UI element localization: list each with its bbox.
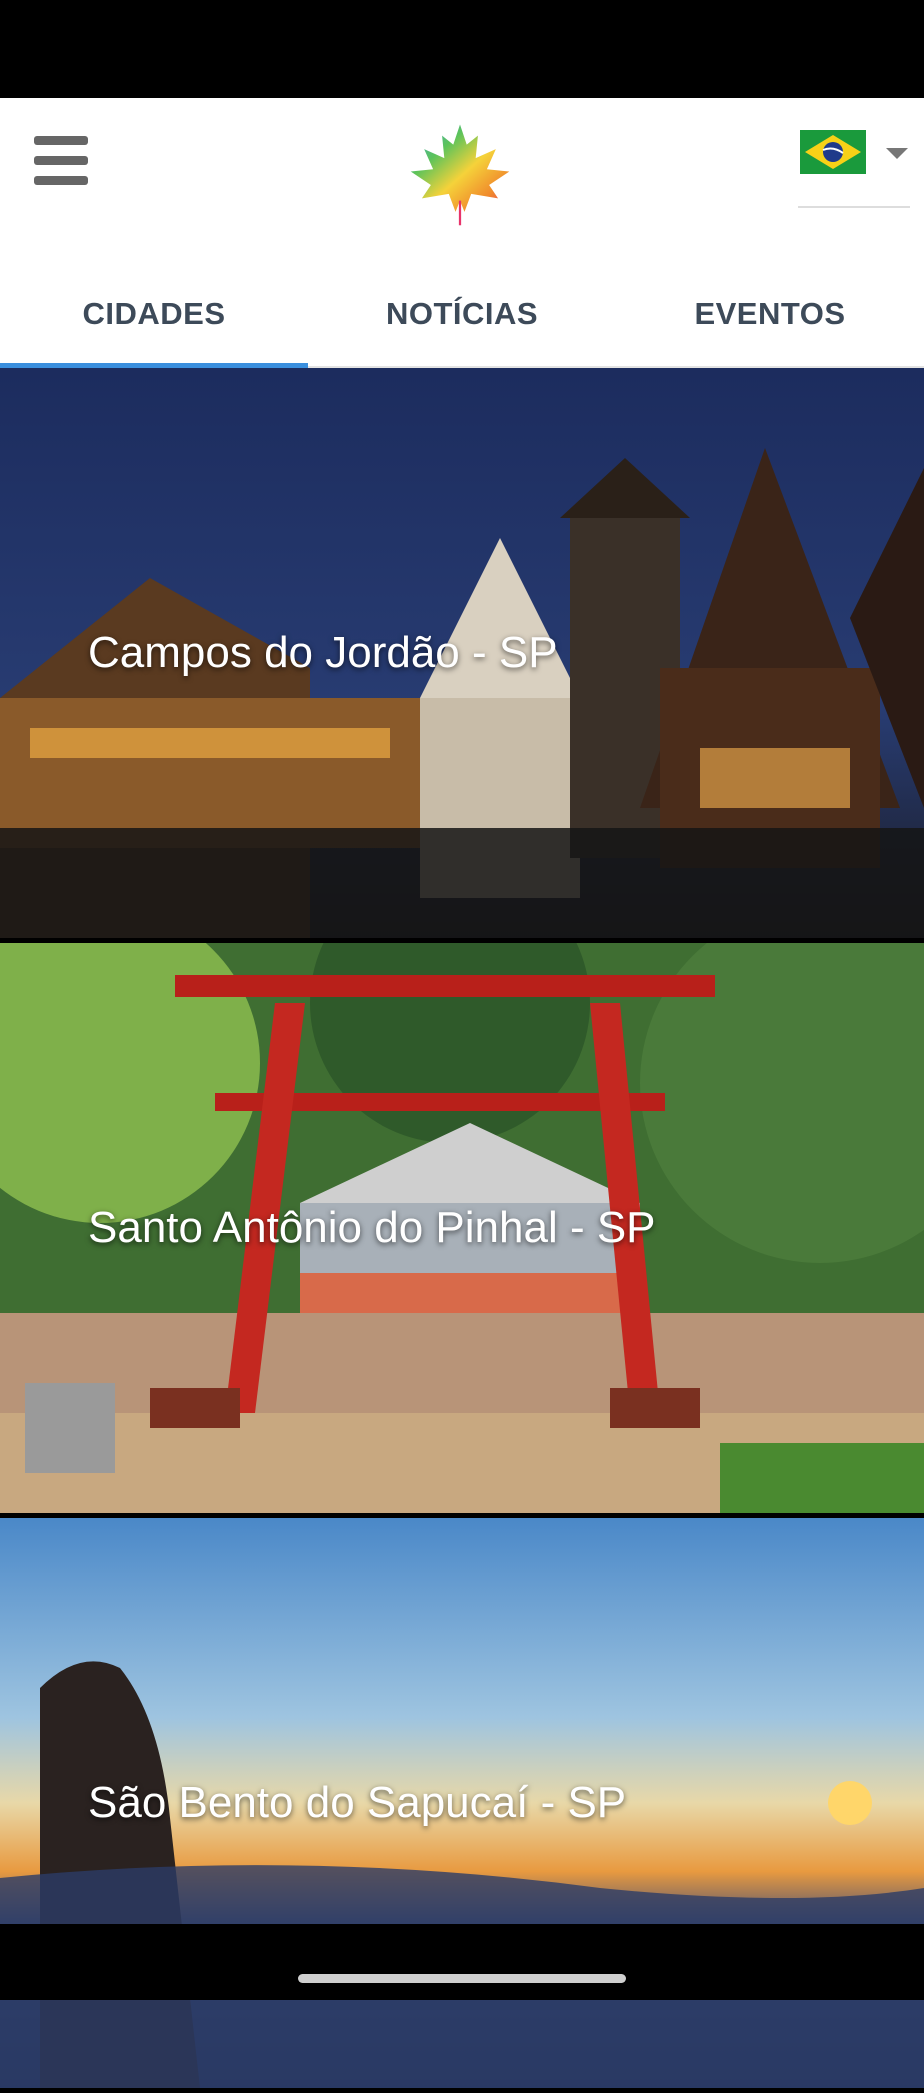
hamburger-menu-icon[interactable] xyxy=(34,136,88,186)
chevron-down-icon xyxy=(886,148,908,159)
language-select[interactable] xyxy=(798,122,910,208)
tab-bar: CIDADES NOTÍCIAS EVENTOS xyxy=(0,262,924,368)
tab-eventos[interactable]: EVENTOS xyxy=(616,262,924,366)
system-navigation-bar xyxy=(0,1924,924,2000)
city-card-sao-bento-do-sapucai[interactable]: São Bento do Sapucaí - SP xyxy=(0,1518,924,2088)
city-list: Campos do Jordão - SP Santo Antônio do P… xyxy=(0,368,924,2093)
city-card-santo-antonio-do-pinhal[interactable]: Santo Antônio do Pinhal - SP xyxy=(0,943,924,1513)
city-name: Santo Antônio do Pinhal - SP xyxy=(88,1203,656,1252)
tab-noticias[interactable]: NOTÍCIAS xyxy=(308,262,616,366)
status-bar xyxy=(0,0,924,98)
maple-leaf-logo-icon xyxy=(404,120,516,232)
home-indicator[interactable] xyxy=(298,1974,626,1983)
city-name: São Bento do Sapucaí - SP xyxy=(88,1778,627,1827)
city-name: Campos do Jordão - SP xyxy=(88,628,558,677)
brazil-flag-icon xyxy=(800,130,866,174)
city-card-campos-do-jordao[interactable]: Campos do Jordão - SP xyxy=(0,368,924,938)
tab-cidades[interactable]: CIDADES xyxy=(0,262,308,368)
